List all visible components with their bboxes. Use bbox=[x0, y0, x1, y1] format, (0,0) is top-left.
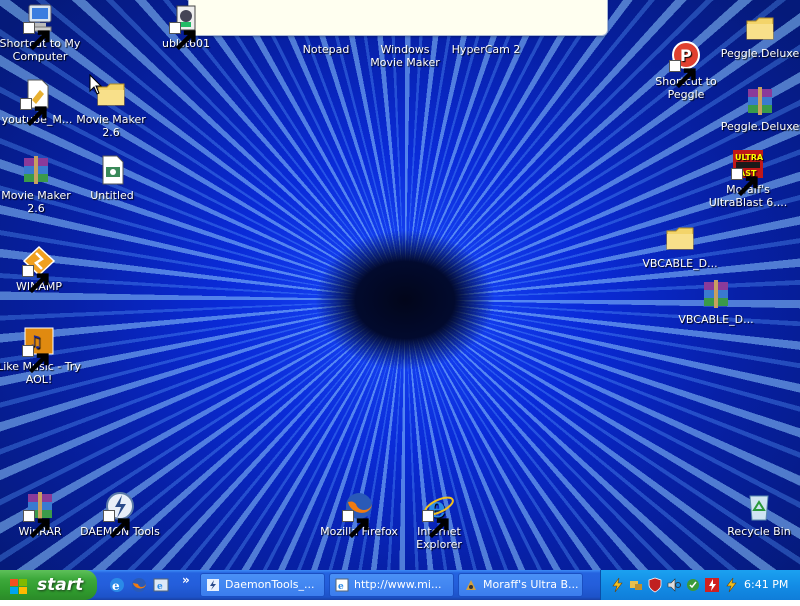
desktop-icon-peggle-archive[interactable]: Peggle.Deluxe bbox=[718, 85, 800, 133]
winrar-archive-icon bbox=[699, 278, 733, 310]
taskbar-button-ie-window[interactable]: e http://www.mi... bbox=[329, 573, 454, 597]
winrar-icon bbox=[23, 490, 57, 539]
system-tray: 6:41 PM bbox=[600, 570, 800, 600]
desktop-icon-firefox[interactable]: Mozilla Firefox bbox=[317, 490, 401, 539]
tray-speaker-icon[interactable] bbox=[666, 577, 682, 593]
svg-text:e: e bbox=[157, 582, 163, 592]
winamp-icon bbox=[22, 245, 56, 294]
desktop-icon-movie-maker-folder[interactable]: Movie Maker 2.6 bbox=[69, 78, 153, 139]
quick-launch-chevron[interactable]: » bbox=[182, 573, 190, 587]
winrar-archive-icon bbox=[19, 154, 53, 186]
desktop-icon-daemon-tools[interactable]: DAEMON Tools bbox=[78, 490, 162, 539]
desktop-icon-movie-maker-archive[interactable]: Movie Maker 2.6 bbox=[0, 154, 78, 215]
desktop-icon-notepad[interactable]: Notepad bbox=[284, 4, 368, 56]
peggle-icon: P bbox=[669, 40, 703, 89]
internet-explorer-icon: e bbox=[422, 490, 456, 539]
daemon-tools-icon bbox=[103, 490, 137, 539]
tray-alert-icon[interactable] bbox=[704, 577, 720, 593]
desktop-icon-ublst601[interactable]: ublst601 bbox=[144, 2, 228, 51]
start-label: start bbox=[37, 575, 84, 595]
quick-launch-firefox-icon[interactable] bbox=[131, 577, 147, 593]
tray-network-icon[interactable] bbox=[628, 577, 644, 593]
desktop-icon-vbcable-archive[interactable]: VBCABLE_D... bbox=[674, 278, 758, 326]
movie-project-icon bbox=[95, 154, 129, 186]
tray-update-icon[interactable] bbox=[685, 577, 701, 593]
svg-text:e: e bbox=[338, 582, 344, 592]
start-button[interactable]: start bbox=[0, 570, 97, 600]
desktop-background: Shortcut to My Computer ublst601 Notepad… bbox=[0, 0, 800, 570]
desktop-icon-recycle-bin[interactable]: Recycle Bin bbox=[717, 490, 800, 538]
desktop-icon-winrar[interactable]: WinRAR bbox=[0, 490, 82, 539]
desktop-icon-youtube-doc[interactable]: youtube_M... bbox=[0, 78, 79, 127]
desktop-icon-vbcable-folder[interactable]: VBCABLE_D... bbox=[638, 222, 722, 270]
desktop-icon-my-computer[interactable]: Shortcut to My Computer bbox=[0, 2, 82, 63]
taskbar-button-label: http://www.mi... bbox=[354, 578, 442, 591]
quick-launch-ie-icon[interactable]: e bbox=[109, 577, 125, 593]
quick-launch-show-desktop-icon[interactable]: e bbox=[153, 577, 169, 593]
taskbar-button-ultrablast[interactable]: Moraff's Ultra B... bbox=[458, 573, 583, 597]
daemon-tools-icon bbox=[206, 578, 220, 592]
desktop-icon-ultrablast[interactable]: ULTRA AST Moraff's UltraBlast 6.... bbox=[706, 148, 790, 209]
tray-security-shield-icon[interactable] bbox=[647, 577, 663, 593]
svg-text:e: e bbox=[112, 579, 120, 593]
mouse-cursor-icon bbox=[89, 73, 103, 96]
recycle-bin-icon bbox=[742, 490, 776, 522]
desktop-icon-aol-music[interactable]: ♫ Like Music - Try AOL! bbox=[0, 325, 81, 386]
desktop-icon-peggle-folder[interactable]: Peggle.Deluxe bbox=[718, 12, 800, 60]
desktop-icon-hypercam[interactable]: HyperCam 2 bbox=[444, 4, 528, 56]
internet-explorer-icon: e bbox=[335, 578, 349, 592]
desktop-icon-untitled[interactable]: Untitled bbox=[70, 154, 154, 202]
tray-daemon-icon[interactable] bbox=[609, 577, 625, 593]
clock[interactable]: 6:41 PM bbox=[744, 570, 788, 600]
folder-icon bbox=[663, 222, 697, 254]
tray-lightning-icon[interactable] bbox=[723, 577, 739, 593]
windows-logo-icon bbox=[9, 576, 29, 594]
ultrablast-icon bbox=[464, 578, 478, 592]
aol-music-icon: ♫ bbox=[22, 325, 56, 374]
firefox-icon bbox=[342, 490, 376, 539]
installer-icon bbox=[169, 2, 203, 51]
document-icon bbox=[20, 78, 54, 127]
desktop-icon-internet-explorer[interactable]: e Internet Explorer bbox=[397, 490, 481, 551]
winrar-archive-icon bbox=[743, 85, 777, 117]
desktop-icon-windows-movie-maker[interactable]: Windows Movie Maker bbox=[363, 4, 447, 69]
svg-text:ULTRA: ULTRA bbox=[735, 153, 764, 162]
taskbar-button-daemontools[interactable]: DaemonTools_... bbox=[200, 573, 325, 597]
taskbar-button-label: Moraff's Ultra B... bbox=[483, 578, 579, 591]
folder-icon bbox=[743, 12, 777, 44]
desktop-icon-winamp[interactable]: WINAMP bbox=[0, 245, 81, 294]
taskbar: start e e » DaemonTools_... e http://www… bbox=[0, 570, 800, 600]
ultrablast-icon: ULTRA AST bbox=[731, 148, 765, 197]
desktop-icon-shortcut-peggle[interactable]: P Shortcut to Peggle bbox=[644, 40, 728, 101]
taskbar-button-label: DaemonTools_... bbox=[225, 578, 315, 591]
my-computer-icon bbox=[23, 2, 57, 51]
